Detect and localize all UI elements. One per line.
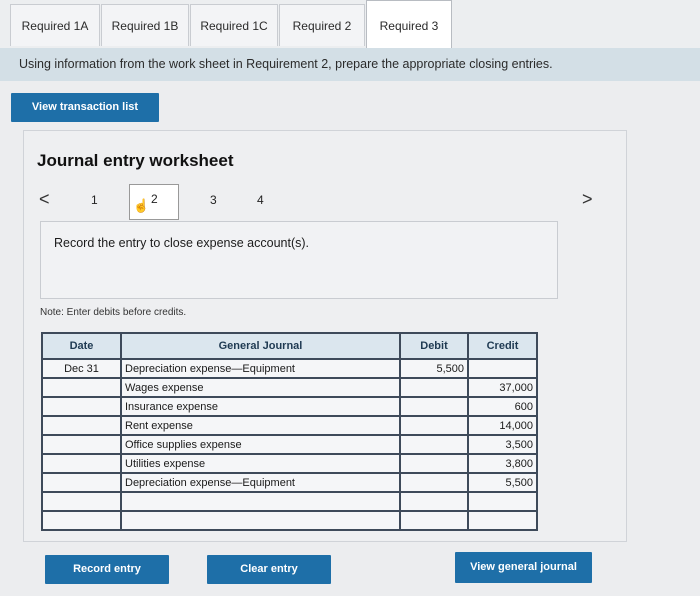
worksheet-title: Journal entry worksheet	[37, 151, 234, 170]
tab-required-3[interactable]: Required 3	[366, 0, 452, 49]
debit-cell[interactable]: 5,500	[399, 358, 469, 379]
account-cell[interactable]: Office supplies expense	[120, 434, 401, 455]
entry-prompt-text: Record the entry to close expense accoun…	[54, 236, 309, 250]
credit-cell[interactable]	[467, 491, 538, 512]
credit-cell[interactable]: 14,000	[467, 415, 538, 436]
instruction-text: Using information from the work sheet in…	[19, 57, 553, 71]
tab-required-1a[interactable]: Required 1A	[10, 4, 100, 46]
date-cell[interactable]	[41, 510, 122, 531]
date-cell[interactable]	[41, 491, 122, 512]
next-arrow-icon[interactable]: >	[582, 189, 593, 210]
general-journal-header: General Journal	[120, 332, 401, 360]
table-row: Office supplies expense 3,500	[41, 434, 538, 455]
record-entry-button[interactable]: Record entry	[45, 555, 169, 584]
table-row: Dec 31 Depreciation expense—Equipment 5,…	[41, 358, 538, 379]
entry-prompt-box: Record the entry to close expense accoun…	[40, 221, 558, 299]
account-cell[interactable]: Insurance expense	[120, 396, 401, 417]
prev-arrow-icon[interactable]: <	[39, 189, 50, 210]
hand-pointer-icon: ☝	[133, 198, 150, 213]
debit-cell[interactable]	[399, 472, 469, 493]
account-cell[interactable]: Depreciation expense—Equipment	[120, 358, 401, 379]
credit-cell[interactable]: 3,800	[467, 453, 538, 474]
account-cell[interactable]	[120, 491, 401, 512]
debit-cell[interactable]	[399, 434, 469, 455]
date-cell[interactable]	[41, 396, 122, 417]
page-3[interactable]: 3	[210, 193, 217, 207]
page-4[interactable]: 4	[257, 193, 264, 207]
requirement-tabs: Required 1A Required 1B Required 1C Requ…	[0, 0, 700, 49]
page-2-label: 2	[151, 192, 158, 206]
credit-cell[interactable]	[467, 358, 538, 379]
debit-header: Debit	[399, 332, 469, 360]
credit-cell[interactable]: 600	[467, 396, 538, 417]
credit-cell[interactable]	[467, 510, 538, 531]
credit-cell[interactable]: 5,500	[467, 472, 538, 493]
credit-cell[interactable]: 3,500	[467, 434, 538, 455]
general-journal-table: Date General Journal Debit Credit Dec 31…	[41, 332, 538, 531]
tab-required-2[interactable]: Required 2	[279, 4, 365, 46]
page-2-current[interactable]: 2 ☝	[129, 184, 179, 220]
instruction-bar: Using information from the work sheet in…	[0, 48, 700, 81]
date-cell[interactable]	[41, 377, 122, 398]
table-row: Rent expense 14,000	[41, 415, 538, 436]
table-row: Depreciation expense—Equipment 5,500	[41, 472, 538, 493]
account-cell[interactable]: Utilities expense	[120, 453, 401, 474]
view-general-journal-button[interactable]: View general journal	[455, 552, 592, 583]
tab-required-1c[interactable]: Required 1C	[190, 4, 278, 46]
account-cell[interactable]: Wages expense	[120, 377, 401, 398]
account-cell[interactable]: Rent expense	[120, 415, 401, 436]
account-cell[interactable]	[120, 510, 401, 531]
table-row: Utilities expense 3,800	[41, 453, 538, 474]
debit-cell[interactable]	[399, 453, 469, 474]
debit-cell[interactable]	[399, 396, 469, 417]
table-row: Insurance expense 600	[41, 396, 538, 417]
view-transaction-list-button[interactable]: View transaction list	[11, 93, 159, 122]
debit-cell[interactable]	[399, 377, 469, 398]
table-row	[41, 510, 538, 531]
debit-cell[interactable]	[399, 491, 469, 512]
date-cell[interactable]	[41, 434, 122, 455]
debit-cell[interactable]	[399, 415, 469, 436]
debits-before-credits-note: Note: Enter debits before credits.	[40, 307, 187, 318]
table-row: Wages expense 37,000	[41, 377, 538, 398]
date-cell[interactable]: Dec 31	[41, 358, 122, 379]
credit-header: Credit	[467, 332, 538, 360]
credit-cell[interactable]: 37,000	[467, 377, 538, 398]
date-cell[interactable]	[41, 472, 122, 493]
account-cell[interactable]: Depreciation expense—Equipment	[120, 472, 401, 493]
date-cell[interactable]	[41, 453, 122, 474]
clear-entry-button[interactable]: Clear entry	[207, 555, 331, 584]
date-cell[interactable]	[41, 415, 122, 436]
table-row	[41, 491, 538, 512]
date-header: Date	[41, 332, 122, 360]
debit-cell[interactable]	[399, 510, 469, 531]
tab-required-1b[interactable]: Required 1B	[101, 4, 189, 46]
page-1[interactable]: 1	[91, 193, 98, 207]
table-header-row: Date General Journal Debit Credit	[41, 332, 538, 360]
